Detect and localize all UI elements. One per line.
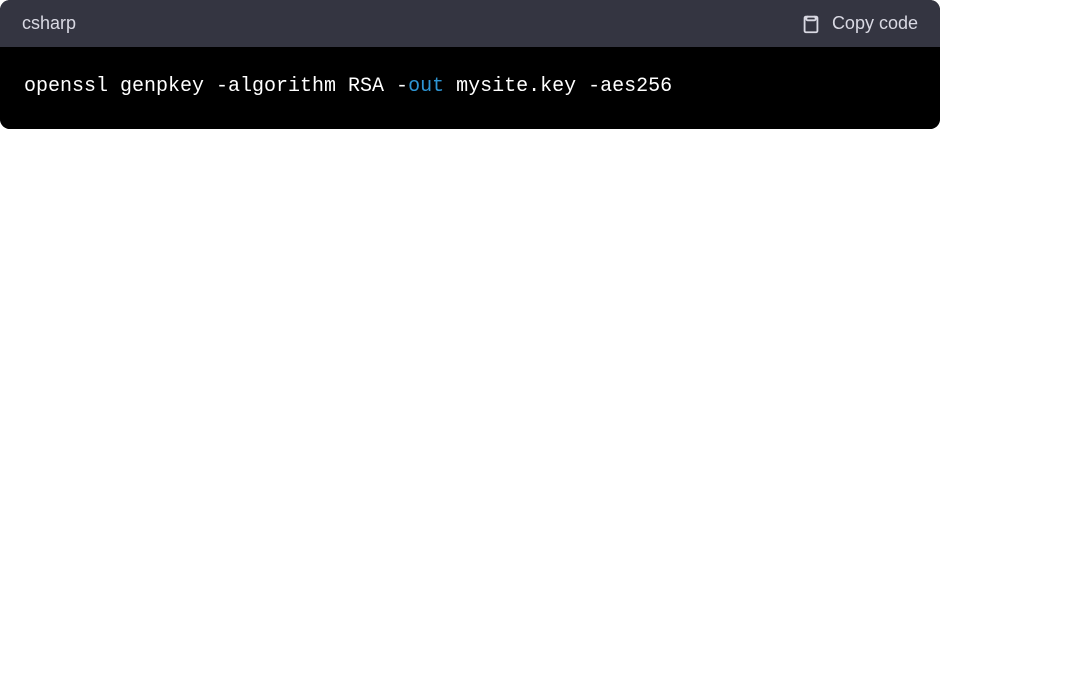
clipboard-icon (800, 13, 822, 35)
code-token-keyword: out (408, 75, 444, 98)
language-label: csharp (22, 13, 76, 34)
code-token: openssl genpkey -algorithm RSA - (24, 75, 408, 98)
code-header: csharp Copy code (0, 0, 940, 47)
code-line: openssl genpkey -algorithm RSA -out mysi… (24, 73, 916, 101)
code-body: openssl genpkey -algorithm RSA -out mysi… (0, 47, 940, 129)
code-block: csharp Copy code openssl genpkey -algori… (0, 0, 940, 129)
copy-code-label: Copy code (832, 13, 918, 34)
code-token: mysite.key -aes256 (444, 75, 672, 98)
copy-code-button[interactable]: Copy code (800, 13, 918, 35)
